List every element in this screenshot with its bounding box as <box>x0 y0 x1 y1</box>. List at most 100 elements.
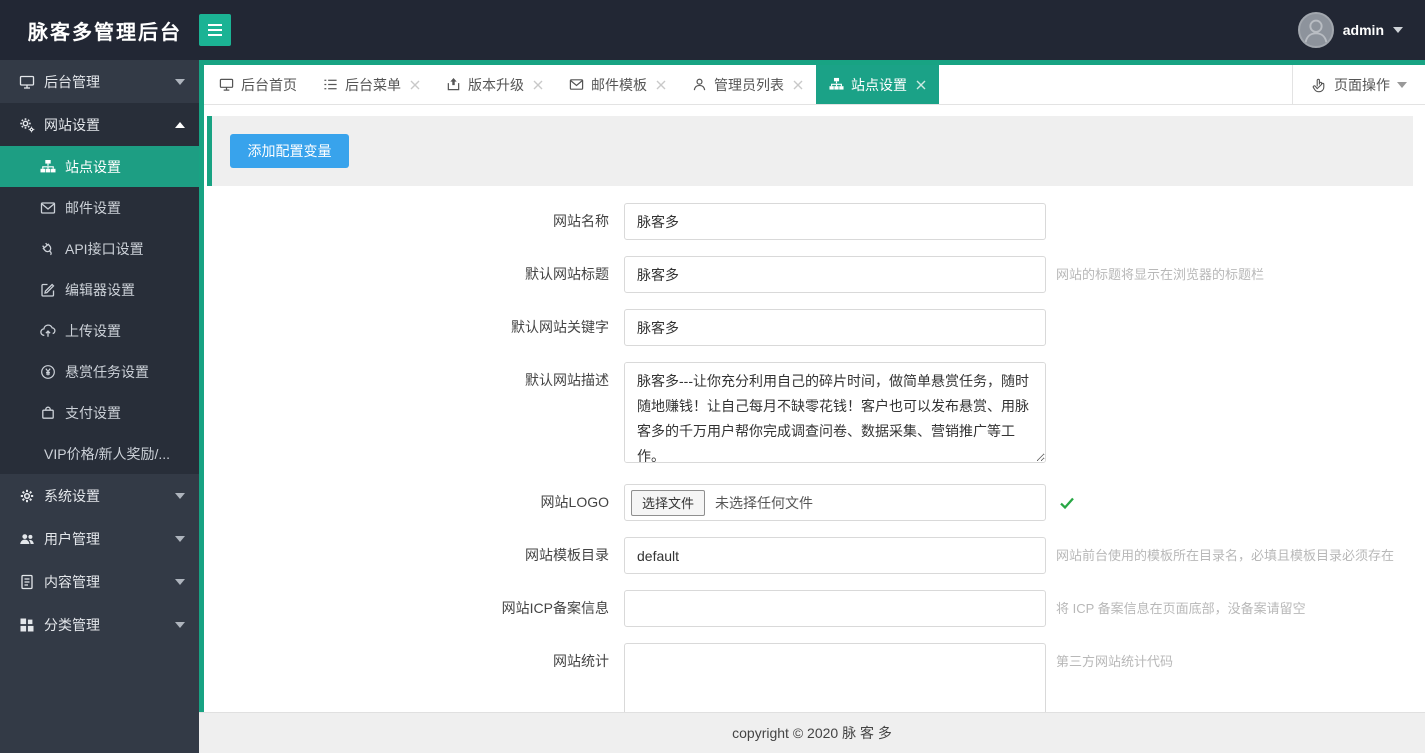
sidebar-item-label: 上传设置 <box>65 322 121 339</box>
envelope-icon <box>569 77 584 92</box>
field-label: 默认网站描述 <box>525 372 609 388</box>
add-config-variable-button[interactable]: 添加配置变量 <box>230 134 349 168</box>
close-icon[interactable] <box>793 80 803 90</box>
user-name: admin <box>1342 22 1384 38</box>
envelope-icon <box>40 200 56 216</box>
sidebar-item-label: 邮件设置 <box>65 199 121 216</box>
close-icon[interactable] <box>656 80 666 90</box>
form-row-site-logo: 网站LOGO 选择文件 未选择任何文件 <box>204 484 1425 521</box>
chevron-down-icon <box>175 492 185 499</box>
sidebar-item-label: API接口设置 <box>65 240 144 257</box>
top-header: 脉客多管理后台 admin <box>0 0 1425 60</box>
sidebar-group-label: 用户管理 <box>44 530 100 547</box>
sidebar-group-label: 分类管理 <box>44 616 100 633</box>
icp-input[interactable] <box>624 590 1046 627</box>
plug-icon <box>40 241 56 257</box>
sidebar-item-label: 悬赏任务设置 <box>65 363 149 380</box>
user-menu[interactable]: admin <box>1297 12 1403 48</box>
tab-admin-menu[interactable]: 后台菜单 <box>310 65 433 104</box>
sidebar-group-system[interactable]: 系统设置 <box>0 474 199 517</box>
field-label: 网站统计 <box>553 653 609 669</box>
sidebar-group-users[interactable]: 用户管理 <box>0 517 199 560</box>
chevron-down-icon <box>175 78 185 85</box>
sidebar-toggle-button[interactable] <box>199 14 231 46</box>
form-row-site-stats: 网站统计 第三方网站统计代码 <box>204 643 1425 712</box>
sidebar-group-label: 系统设置 <box>44 487 100 504</box>
close-icon[interactable] <box>410 80 420 90</box>
field-label: 默认网站标题 <box>525 266 609 282</box>
gear-icon <box>19 488 35 504</box>
site-stats-textarea[interactable] <box>624 643 1046 712</box>
sidebar-group-categories[interactable]: 分类管理 <box>0 603 199 646</box>
tab-home[interactable]: 后台首页 <box>206 65 310 104</box>
valid-check-icon <box>1059 484 1075 521</box>
field-hint: 将 ICP 备案信息在页面底部，没备案请留空 <box>1056 601 1306 616</box>
sidebar-item-email-settings[interactable]: 邮件设置 <box>0 187 199 228</box>
sidebar-item-payment-settings[interactable]: 支付设置 <box>0 392 199 433</box>
site-keywords-input[interactable] <box>624 309 1046 346</box>
chevron-up-icon <box>175 121 185 128</box>
sidebar-group-content[interactable]: 内容管理 <box>0 560 199 603</box>
sidebar-item-label: VIP价格/新人奖励/... <box>44 445 171 462</box>
grid-icon <box>19 617 35 633</box>
header-right: admin <box>199 12 1425 48</box>
app-window: 脉客多管理后台 admin 后台管理 网站设置 站点设置 邮件设置 API接口设… <box>0 0 1425 753</box>
choose-file-button[interactable]: 选择文件 <box>631 489 706 516</box>
site-title-input[interactable] <box>624 256 1046 293</box>
edit-icon <box>40 282 56 298</box>
yen-icon <box>40 364 56 380</box>
hand-pointer-icon <box>1311 77 1327 93</box>
tab-version-upgrade[interactable]: 版本升级 <box>433 65 556 104</box>
gears-icon <box>19 117 35 133</box>
page-actions-dropdown[interactable]: 页面操作 <box>1292 65 1425 104</box>
sidebar: 后台管理 网站设置 站点设置 邮件设置 API接口设置 编辑器设置 上传设置 悬… <box>0 60 199 753</box>
form-row-icp: 网站ICP备案信息 将 ICP 备案信息在页面底部，没备案请留空 <box>204 590 1425 627</box>
sidebar-item-vip-settings[interactable]: VIP价格/新人奖励/... <box>0 433 199 474</box>
logo-file-input[interactable]: 选择文件 未选择任何文件 <box>624 484 1046 521</box>
site-settings-form: 网站名称 默认网站标题 网站的标题将显示在浏览器的标题栏 <box>204 203 1425 712</box>
chevron-down-icon <box>175 621 185 628</box>
sidebar-item-label: 站点设置 <box>65 158 121 175</box>
cloud-upload-icon <box>40 323 56 339</box>
tab-label: 后台首页 <box>241 76 297 93</box>
chevron-down-icon <box>1393 27 1403 33</box>
field-label: 网站ICP备案信息 <box>501 600 609 616</box>
tab-bar: 后台首页 后台菜单 版本升级 邮件模板 管理员列表 站点设置 页面操作 <box>204 65 1425 105</box>
monitor-icon <box>219 77 234 92</box>
copyright-text: copyright © 2020 脉 客 多 <box>732 725 892 741</box>
tab-admin-list[interactable]: 管理员列表 <box>679 65 816 104</box>
content-panel: 添加配置变量 网站名称 默认网站标题 <box>204 105 1425 712</box>
tab-label: 邮件模板 <box>591 76 647 93</box>
site-description-textarea[interactable]: 脉客多---让你充分利用自己的碎片时间，做简单悬赏任务，随时随地赚钱！让自己每月… <box>624 362 1046 463</box>
person-silhouette-icon <box>1304 19 1328 43</box>
field-hint: 网站的标题将显示在浏览器的标题栏 <box>1056 267 1265 282</box>
sidebar-group-admin[interactable]: 后台管理 <box>0 60 199 103</box>
sidebar-item-task-settings[interactable]: 悬赏任务设置 <box>0 351 199 392</box>
list-icon <box>323 77 338 92</box>
no-file-text: 未选择任何文件 <box>715 494 814 511</box>
template-dir-input[interactable] <box>624 537 1046 574</box>
toolbar-band: 添加配置变量 <box>207 116 1413 186</box>
main-area: 后台首页 后台菜单 版本升级 邮件模板 管理员列表 站点设置 页面操作 添加配置… <box>199 60 1425 753</box>
tab-label: 管理员列表 <box>714 76 784 93</box>
form-row-site-description: 默认网站描述 脉客多---让你充分利用自己的碎片时间，做简单悬赏任务，随时随地赚… <box>204 362 1425 468</box>
upload-icon <box>446 77 461 92</box>
sitemap-icon <box>40 159 56 175</box>
tab-label: 版本升级 <box>468 76 524 93</box>
chevron-down-icon <box>1397 81 1407 88</box>
sidebar-group-label: 后台管理 <box>44 73 100 90</box>
close-icon[interactable] <box>533 80 543 90</box>
close-icon[interactable] <box>916 80 926 90</box>
site-name-input[interactable] <box>624 203 1046 240</box>
sidebar-group-site-settings[interactable]: 网站设置 <box>0 103 199 146</box>
sidebar-item-upload-settings[interactable]: 上传设置 <box>0 310 199 351</box>
sidebar-item-api-settings[interactable]: API接口设置 <box>0 228 199 269</box>
form-row-site-name: 网站名称 <box>204 203 1425 240</box>
tab-email-template[interactable]: 邮件模板 <box>556 65 679 104</box>
sidebar-item-editor-settings[interactable]: 编辑器设置 <box>0 269 199 310</box>
tab-site-settings[interactable]: 站点设置 <box>816 65 939 104</box>
sitemap-icon <box>829 77 844 92</box>
sidebar-item-site-config[interactable]: 站点设置 <box>0 146 199 187</box>
field-hint: 第三方网站统计代码 <box>1056 654 1174 669</box>
sidebar-item-label: 编辑器设置 <box>65 281 135 298</box>
